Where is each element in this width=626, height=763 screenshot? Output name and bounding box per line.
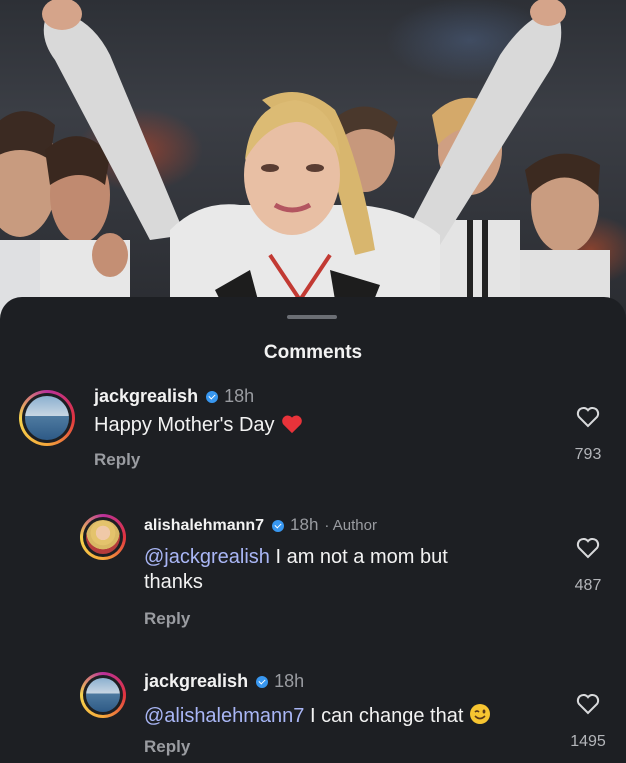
avatar-image <box>25 396 69 440</box>
comment-body-line2: thanks <box>144 571 203 593</box>
avatar[interactable] <box>80 514 126 560</box>
comment-body: Happy Mother's Day <box>94 414 275 436</box>
avatar[interactable] <box>19 390 75 446</box>
comment-text: @alishalehmann7 I can change that <box>144 703 491 729</box>
red-heart-icon <box>281 415 302 434</box>
reply-button[interactable]: Reply <box>94 450 140 470</box>
comment-body: I can change that <box>304 705 464 727</box>
reply-button[interactable]: Reply <box>144 737 190 757</box>
mention-link[interactable]: @alishalehmann7 <box>144 705 304 727</box>
timestamp: 18h <box>224 386 255 406</box>
heart-icon[interactable] <box>576 693 600 715</box>
like-button[interactable]: 1495 <box>568 693 608 751</box>
author-tag: · Author <box>324 517 377 534</box>
drag-handle[interactable] <box>287 315 337 319</box>
like-count: 487 <box>574 577 602 594</box>
username[interactable]: jackgrealish <box>144 671 248 691</box>
winking-face-icon <box>470 704 491 724</box>
reply-button[interactable]: Reply <box>144 609 190 629</box>
mention-link[interactable]: @jackgrealish <box>144 546 270 568</box>
heart-icon[interactable] <box>576 406 600 428</box>
comment-header: jackgrealish 18h <box>94 386 254 407</box>
comment-header: alishalehmann7 18h · Author <box>144 515 377 535</box>
celebration-photo <box>0 0 610 320</box>
verified-badge-icon <box>272 519 285 532</box>
like-button[interactable]: 793 <box>568 406 608 464</box>
username[interactable]: alishalehmann7 <box>144 517 264 534</box>
verified-badge-icon <box>206 391 219 404</box>
like-button[interactable]: 487 <box>568 537 608 595</box>
like-count: 1495 <box>570 733 606 750</box>
avatar[interactable] <box>80 672 126 718</box>
heart-icon[interactable] <box>576 537 600 559</box>
comment-header: jackgrealish 18h <box>144 671 304 692</box>
like-count: 793 <box>574 446 602 463</box>
avatar-image <box>86 520 120 554</box>
comment-text: @jackgrealish I am not a mom but thanks <box>144 545 448 595</box>
comments-sheet: Comments jackgrealish 18h Happy Mother's … <box>0 297 626 763</box>
comment-text: Happy Mother's Day <box>94 413 303 438</box>
sheet-title: Comments <box>263 342 363 363</box>
post-photo <box>0 0 626 320</box>
comment-body: I am not a mom but <box>269 546 448 568</box>
timestamp: 18h <box>274 671 305 691</box>
username[interactable]: jackgrealish <box>94 386 198 406</box>
verified-badge-icon <box>256 676 269 689</box>
avatar-image <box>86 678 120 712</box>
timestamp: 18h <box>290 515 319 534</box>
